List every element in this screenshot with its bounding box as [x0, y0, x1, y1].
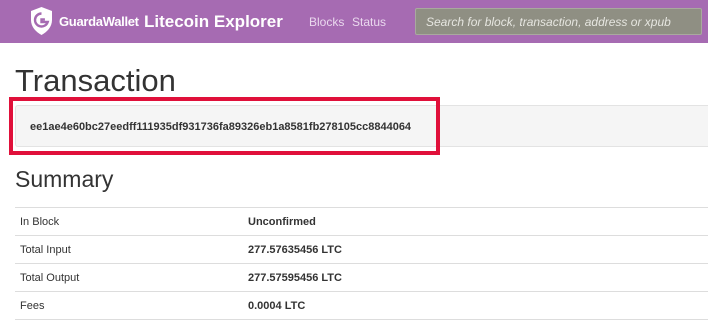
brand-name[interactable]: GuardaWallet: [59, 14, 139, 29]
row-value-total-output: 277.57595456 LTC: [248, 272, 342, 284]
nav-link-blocks[interactable]: Blocks: [309, 15, 344, 29]
top-navbar: GuardaWallet Litecoin Explorer Blocks St…: [0, 0, 708, 43]
highlight-annotation: [9, 97, 440, 155]
search-input[interactable]: [415, 8, 702, 35]
page-title: Transaction: [15, 63, 176, 98]
row-label-total-output: Total Output: [20, 272, 80, 284]
table-row: In Block Unconfirmed: [15, 208, 708, 236]
row-label-in-block: In Block: [20, 216, 60, 228]
shield-logo-icon[interactable]: [29, 6, 54, 36]
row-value-fees: 0.0004 LTC: [248, 300, 306, 312]
table-row: Total Output 277.57595456 LTC: [15, 264, 708, 292]
nav-link-status[interactable]: Status: [352, 15, 386, 29]
row-label-total-input: Total Input: [20, 244, 71, 256]
table-row: Fees 0.0004 LTC: [15, 292, 708, 320]
row-value-in-block: Unconfirmed: [248, 216, 316, 228]
summary-title: Summary: [15, 166, 114, 192]
app-title[interactable]: Litecoin Explorer: [144, 12, 283, 32]
row-value-total-input: 277.57635456 LTC: [248, 244, 342, 256]
row-label-fees: Fees: [20, 300, 45, 312]
table-row: Total Input 277.57635456 LTC: [15, 236, 708, 264]
summary-table: In Block Unconfirmed Total Input 277.576…: [15, 207, 708, 320]
